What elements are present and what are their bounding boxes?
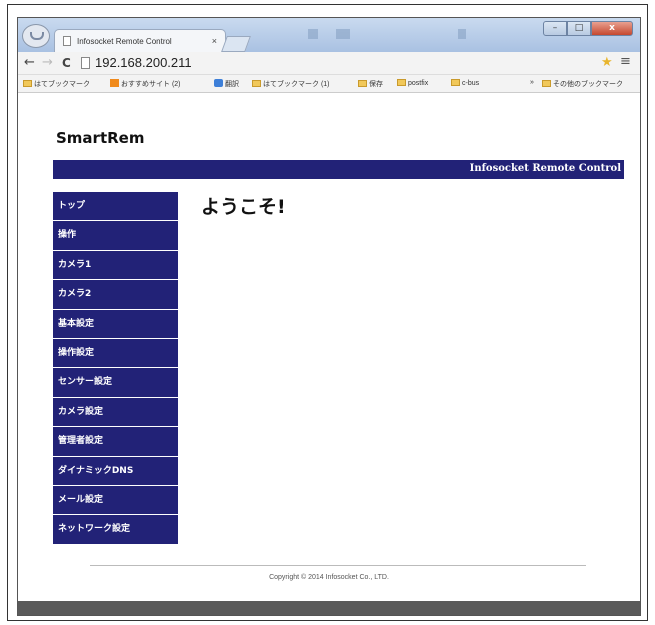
sidebar-item-dynamic-dns[interactable]: ダイナミックDNS [53, 456, 178, 485]
sidebar-item-camera-settings[interactable]: カメラ設定 [53, 397, 178, 427]
back-arrow-icon[interactable]: ← [24, 55, 35, 71]
header-banner: Infosocket Remote Control [53, 160, 624, 179]
forward-arrow-icon[interactable]: → [42, 55, 53, 71]
sidebar-nav: トップ 操作 カメラ1 カメラ2 基本設定 操作設定 センサー設定 カメラ設定 … [53, 192, 178, 545]
bookmark-item[interactable]: 翻訳 [214, 79, 239, 89]
folder-icon [397, 79, 406, 86]
bookmark-star-icon[interactable]: ★ [601, 55, 613, 70]
folder-icon [542, 80, 551, 87]
bookmark-label: おすすめサイト (2) [121, 81, 181, 88]
sidebar-item-sensor-settings[interactable]: センサー設定 [53, 368, 178, 397]
sidebar-item-camera2[interactable]: カメラ2 [53, 280, 178, 309]
bookmark-item[interactable]: はてブックマーク (1) [252, 79, 330, 89]
translate-icon [214, 79, 223, 87]
folder-icon [23, 80, 32, 87]
bookmark-label: はてブックマーク (1) [263, 81, 330, 88]
site-title: SmartRem [56, 129, 145, 147]
sidebar-item-admin-settings[interactable]: 管理者設定 [53, 427, 178, 456]
reload-icon[interactable]: C [62, 55, 71, 71]
titlebar-decoration [308, 29, 318, 39]
sidebar-item-basic-settings[interactable]: 基本設定 [53, 309, 178, 338]
bookmark-label: 保存 [369, 81, 383, 88]
title-bar: Infosocket Remote Control × – □ x [18, 18, 640, 52]
bookmark-icon [110, 79, 119, 87]
bookmark-label: postfix [408, 80, 429, 87]
new-tab-button[interactable] [221, 36, 251, 52]
bookmarks-overflow-icon[interactable]: » [530, 79, 534, 86]
page-icon [81, 57, 90, 69]
page-icon [63, 36, 71, 46]
titlebar-decoration [336, 29, 350, 39]
bookmark-label: はてブックマーク [34, 81, 90, 88]
minimize-button[interactable]: – [543, 21, 567, 36]
browser-window: Infosocket Remote Control × – □ x ← → C … [17, 17, 641, 616]
page-heading: ようこそ! [201, 196, 286, 218]
other-bookmarks[interactable]: その他のブックマーク [542, 79, 623, 89]
sidebar-item-camera1[interactable]: カメラ1 [53, 250, 178, 280]
bookmarks-bar: はてブックマーク おすすめサイト (2) 翻訳 はてブックマーク (1) 保存 … [18, 75, 640, 93]
sidebar-item-mail-settings[interactable]: メール設定 [53, 485, 178, 515]
close-window-button[interactable]: x [591, 21, 633, 36]
menu-icon[interactable]: ≡ [620, 54, 631, 69]
bookmark-label: 翻訳 [225, 81, 239, 88]
address-bar[interactable]: 192.168.200.211 [95, 55, 192, 70]
bookmark-item[interactable]: postfix [397, 79, 428, 87]
window-bottom-edge [18, 601, 640, 615]
sidebar-item-top[interactable]: トップ [53, 192, 178, 221]
footer-divider [90, 565, 586, 566]
sidebar-item-operation[interactable]: 操作 [53, 221, 178, 250]
folder-icon [358, 80, 367, 87]
page-content: SmartRem Infosocket Remote Control トップ 操… [18, 93, 640, 601]
browser-toolbar: ← → C 192.168.200.211 ★ ≡ [18, 52, 640, 75]
bookmark-label: その他のブックマーク [553, 81, 623, 88]
tab-title: Infosocket Remote Control [77, 37, 172, 46]
folder-icon [451, 79, 460, 86]
copyright-text: Copyright © 2014 Infosocket Co., LTD. [269, 574, 389, 581]
titlebar-decoration [458, 29, 466, 39]
browser-logo-icon [22, 24, 50, 48]
bookmark-item[interactable]: はてブックマーク [23, 79, 90, 89]
sidebar-item-operation-settings[interactable]: 操作設定 [53, 338, 178, 368]
banner-text: Infosocket Remote Control [469, 163, 621, 174]
bookmark-label: c-bus [462, 80, 480, 87]
bookmark-item[interactable]: おすすめサイト (2) [110, 79, 181, 89]
sidebar-item-network-settings[interactable]: ネットワーク設定 [53, 515, 178, 544]
folder-icon [252, 80, 261, 87]
bookmark-item[interactable]: c-bus [451, 79, 479, 87]
tab-close-icon[interactable]: × [212, 36, 217, 46]
maximize-button[interactable]: □ [567, 21, 591, 36]
bookmark-item[interactable]: 保存 [358, 79, 383, 89]
browser-tab[interactable]: Infosocket Remote Control × [54, 29, 226, 52]
